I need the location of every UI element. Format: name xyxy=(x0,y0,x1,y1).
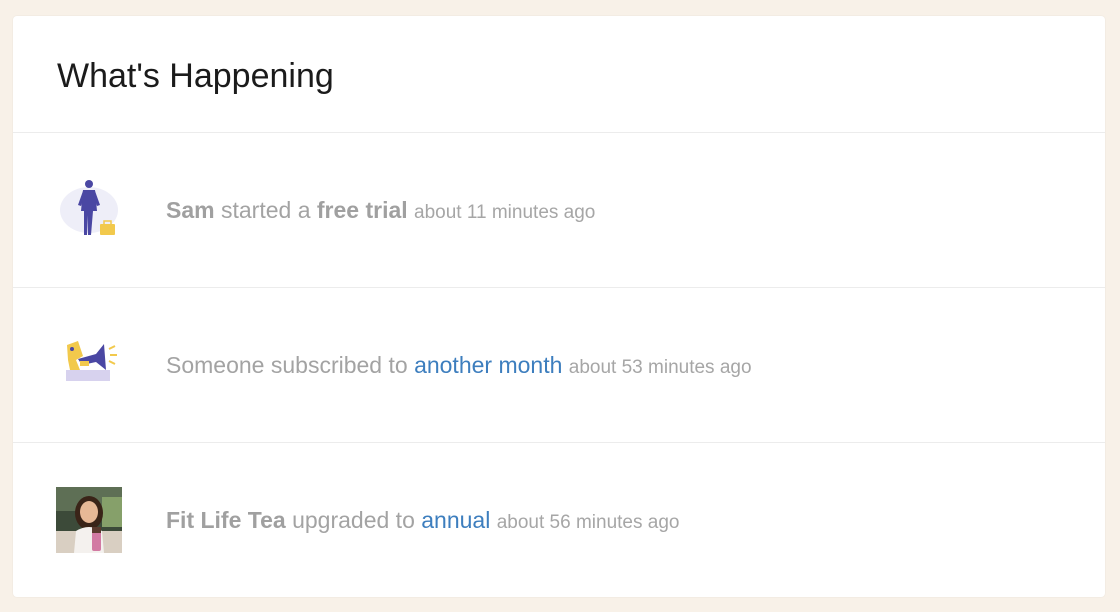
feed-timestamp: about 53 minutes ago xyxy=(568,356,752,378)
feed-actor: Sam xyxy=(166,196,215,223)
card-header: What's Happening xyxy=(13,16,1105,133)
feed-object-link[interactable]: another month xyxy=(414,352,562,378)
feed-item: Sam started a free trial about 11 minute… xyxy=(13,133,1105,288)
feed-text: Someone subscribed to another month abou… xyxy=(166,352,752,379)
feed-timestamp: about 56 minutes ago xyxy=(496,511,680,533)
feed-object-link[interactable]: annual xyxy=(421,507,490,533)
feed-item: Someone subscribed to another month abou… xyxy=(13,288,1105,443)
feed-actor: Fit Life Tea xyxy=(166,506,286,533)
whats-happening-card: What's Happening Sam started a free tria… xyxy=(13,16,1105,597)
feed-verb: subscribed to xyxy=(270,351,408,378)
feed-actor: Someone xyxy=(166,351,265,378)
avatar-photo xyxy=(56,487,122,553)
feed-object: free trial xyxy=(316,196,408,223)
businessperson-icon xyxy=(56,177,122,243)
feed-item: Fit Life Tea upgraded to annual about 56… xyxy=(13,443,1105,597)
feed-text: Fit Life Tea upgraded to annual about 56… xyxy=(166,507,679,534)
feed-verb: upgraded to xyxy=(292,506,415,533)
feed-verb: started a xyxy=(220,196,311,223)
megaphone-icon xyxy=(56,332,122,398)
feed-timestamp: about 11 minutes ago xyxy=(414,201,596,223)
feed-text: Sam started a free trial about 11 minute… xyxy=(166,197,595,224)
card-title: What's Happening xyxy=(57,56,334,95)
